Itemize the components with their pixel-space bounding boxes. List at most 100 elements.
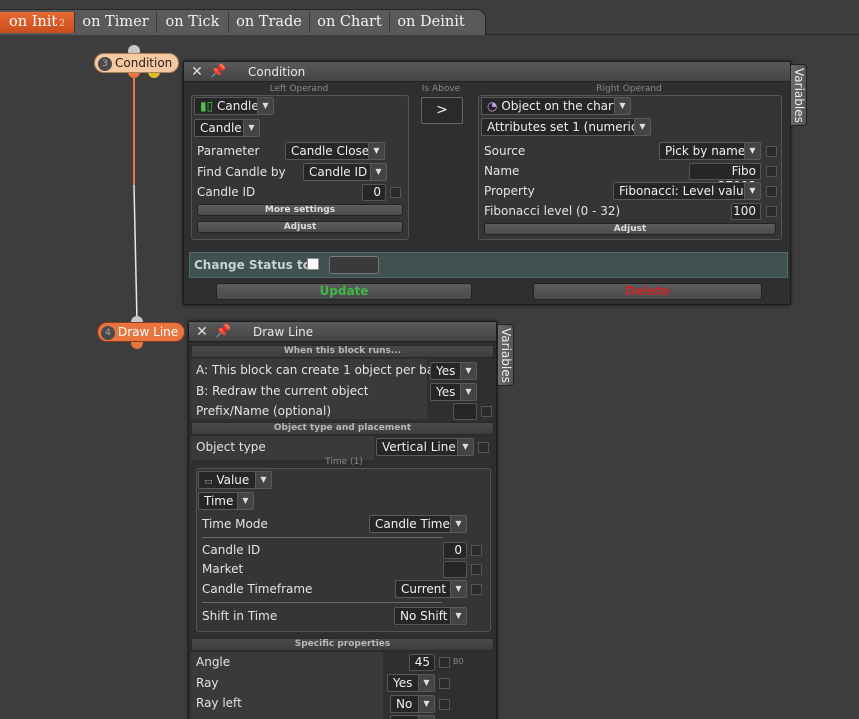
object-type-label: Object type xyxy=(196,440,266,454)
time-subtype-select[interactable]: Time ▼ xyxy=(198,492,254,510)
adjust-button[interactable]: Adjust xyxy=(484,223,776,235)
time-caption: Time (1) xyxy=(325,457,363,467)
fibonacci-level-checkbox[interactable] xyxy=(766,206,777,217)
variables-tab[interactable]: Variables xyxy=(790,64,807,126)
prefix-name-input[interactable] xyxy=(453,403,477,420)
chart-object-icon: ◔ xyxy=(487,99,498,113)
fibonacci-level-input[interactable]: 100 xyxy=(731,203,761,220)
more-settings-button[interactable]: More settings xyxy=(197,204,403,216)
adjust-button[interactable]: Adjust xyxy=(197,221,403,233)
close-icon[interactable]: ✕ xyxy=(195,325,209,339)
candle-id-input[interactable]: 0 xyxy=(443,542,467,559)
market-input[interactable] xyxy=(443,561,467,578)
candle-id-input[interactable]: 0 xyxy=(362,184,386,201)
node-label: Condition xyxy=(115,56,173,70)
change-status-checkbox[interactable] xyxy=(307,258,319,270)
delete-button[interactable]: Delete xyxy=(533,283,762,300)
tab-on-tick[interactable]: on Tick xyxy=(157,12,229,33)
ray-left-checkbox[interactable] xyxy=(439,699,450,710)
time-mode-label: Time Mode xyxy=(202,517,268,531)
tab-label: on Init xyxy=(9,14,58,30)
left-operand-caption: Left Operand xyxy=(269,84,329,94)
angle-label: Angle xyxy=(196,655,231,669)
option-b-select[interactable]: Yes ▼ xyxy=(430,383,477,401)
shift-in-time-label: Shift in Time xyxy=(202,609,278,623)
source-select[interactable]: Pick by name ▼ xyxy=(659,142,761,160)
object-type-checkbox[interactable] xyxy=(478,442,489,453)
option-a-select[interactable]: Yes ▼ xyxy=(430,362,477,380)
option-a-label: A: This block can create 1 object per ba… xyxy=(196,363,440,377)
pin-icon[interactable]: 📌 xyxy=(210,64,232,80)
select-value: Candle Time xyxy=(375,517,450,531)
next-property-select[interactable]: ▼ xyxy=(390,715,435,719)
node-number: 4 xyxy=(101,326,115,340)
update-button[interactable]: Update xyxy=(216,283,472,300)
panel-title: Draw Line xyxy=(253,325,314,339)
change-status-field[interactable] xyxy=(329,256,379,274)
chevron-down-icon: ▼ xyxy=(418,675,434,691)
ray-left-select[interactable]: No ▼ xyxy=(390,695,435,713)
name-checkbox[interactable] xyxy=(766,166,777,177)
candle-timeframe-select[interactable]: Current ▼ xyxy=(395,580,467,598)
select-value: No xyxy=(396,697,413,711)
condition-panel: ✕ 📌 Condition Left Operand Is Above Righ… xyxy=(183,61,791,305)
angle-checkbox[interactable] xyxy=(439,657,450,668)
object-type-header: Object type and placement xyxy=(191,422,494,435)
node-condition[interactable]: 3 Condition xyxy=(94,53,180,73)
select-value: Time xyxy=(204,494,234,508)
ray-select[interactable]: Yes ▼ xyxy=(387,674,435,692)
divider xyxy=(202,537,442,538)
select-value: Candle ID xyxy=(309,165,368,179)
tab-on-trade[interactable]: on Trade xyxy=(229,12,310,33)
right-operand-type-select[interactable]: ◔ Object on the chart ▼ xyxy=(481,97,631,115)
shift-in-time-select[interactable]: No Shift ▼ xyxy=(394,607,467,625)
chevron-down-icon: ▼ xyxy=(450,608,466,624)
close-icon[interactable]: ✕ xyxy=(190,65,204,79)
tab-on-init[interactable]: on Init 2 xyxy=(0,12,75,33)
chevron-down-icon: ▼ xyxy=(614,98,630,114)
ray-left-label: Ray left xyxy=(196,696,242,710)
object-type-select[interactable]: Vertical Line ▼ xyxy=(376,438,474,456)
parameter-label: Parameter xyxy=(197,144,260,158)
right-operand-caption: Right Operand xyxy=(596,84,662,94)
tab-on-deinit[interactable]: on Deinit xyxy=(390,12,472,33)
select-value: Candle Close xyxy=(291,144,370,158)
angle-input[interactable]: 45 xyxy=(409,654,435,671)
find-candle-select[interactable]: Candle ID ▼ xyxy=(303,163,387,181)
chevron-down-icon: ▼ xyxy=(237,493,253,509)
specific-properties-header: Specific properties xyxy=(191,638,494,651)
candle-id-checkbox[interactable] xyxy=(390,187,401,198)
tab-on-timer[interactable]: on Timer xyxy=(75,12,157,33)
source-checkbox[interactable] xyxy=(766,146,777,157)
ray-checkbox[interactable] xyxy=(439,678,450,689)
left-operand-subtype-select[interactable]: Candle ▼ xyxy=(194,119,260,137)
ray-label: Ray xyxy=(196,676,219,690)
variables-tab[interactable]: Variables xyxy=(497,324,514,386)
candle-id-checkbox[interactable] xyxy=(471,545,482,556)
right-operand-subtype-select[interactable]: Attributes set 1 (numeric) ▼ xyxy=(481,118,651,136)
time-type-select[interactable]: ▭ Value ▼ xyxy=(198,471,272,489)
tab-on-chart[interactable]: on Chart xyxy=(310,12,390,33)
select-value: Object on the chart xyxy=(501,99,618,113)
property-checkbox[interactable] xyxy=(766,186,777,197)
chevron-down-icon: ▼ xyxy=(257,98,273,114)
parameter-select[interactable]: Candle Close ▼ xyxy=(285,142,385,160)
prefix-name-label: Prefix/Name (optional) xyxy=(196,404,331,418)
node-draw-line[interactable]: 4 Draw Line xyxy=(97,322,186,342)
candle-id-label: Candle ID xyxy=(197,185,256,199)
name-input[interactable]: Fibo 27003 xyxy=(689,163,761,193)
operator-button[interactable]: > xyxy=(421,97,463,124)
angle-extra-label: B0 xyxy=(453,657,464,666)
candle-timeframe-checkbox[interactable] xyxy=(471,584,482,595)
select-value: No Shift xyxy=(400,609,448,623)
property-select[interactable]: Fibonacci: Level value ▼ xyxy=(613,182,761,200)
chevron-down-icon: ▼ xyxy=(450,581,466,597)
name-label: Name xyxy=(484,164,520,178)
market-checkbox[interactable] xyxy=(471,564,482,575)
chevron-down-icon: ▼ xyxy=(634,119,650,135)
find-candle-label: Find Candle by xyxy=(197,165,286,179)
pin-icon[interactable]: 📌 xyxy=(215,324,237,340)
time-mode-select[interactable]: Candle Time ▼ xyxy=(369,515,467,533)
prefix-name-checkbox[interactable] xyxy=(481,406,492,417)
left-operand-type-select[interactable]: ▮▯ Candle ▼ xyxy=(194,97,274,115)
